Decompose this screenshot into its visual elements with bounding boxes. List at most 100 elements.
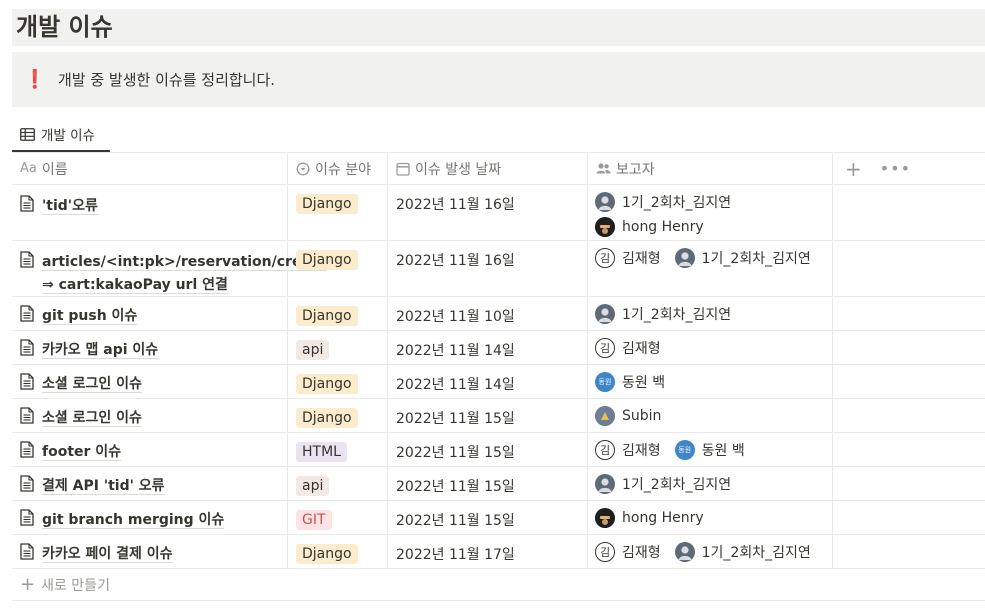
cell-date[interactable]: 2022년 11월 16일	[388, 185, 588, 240]
select-tag[interactable]: GIT	[296, 510, 332, 530]
person-chip[interactable]: 김 김재형	[595, 337, 661, 358]
table-row[interactable]: footer 이슈 HTML 2022년 11월 15일 김 김재형 동원 동원 백	[12, 433, 985, 467]
callout-text[interactable]: 개발 중 발생한 이슈를 정리합니다.	[58, 69, 275, 90]
table-row[interactable]: 소셜 로그인 이슈 Django 2022년 11월 14일 동원 동원 백	[12, 365, 985, 399]
person-chip[interactable]: 김 김재형	[595, 247, 661, 268]
cell-reporter[interactable]: 김 김재형 1기_2회차_김지연	[588, 241, 833, 296]
row-title[interactable]: 'tid'오류	[42, 198, 98, 215]
cell-reporter[interactable]: 1기_2회차_김지연 hong Henry	[588, 185, 833, 240]
column-header-name[interactable]: Aa 이름	[12, 153, 288, 184]
cell-area[interactable]: Django	[288, 399, 388, 432]
page-link[interactable]: 카카오 페이 결제 이슈	[20, 542, 173, 565]
person-chip[interactable]: 김 김재형	[595, 439, 661, 460]
page-link[interactable]: git branch merging 이슈	[20, 508, 225, 531]
more-options-icon[interactable]: •••	[880, 159, 911, 178]
cell-name[interactable]: 소셜 로그인 이슈	[12, 399, 288, 432]
table-row[interactable]: 'tid'오류 Django 2022년 11월 16일 1기_2회차_김지연 hong…	[12, 185, 985, 241]
cell-date[interactable]: 2022년 11월 15일	[388, 467, 588, 500]
cell-date[interactable]: 2022년 11월 15일	[388, 501, 588, 534]
cell-name[interactable]: 'tid'오류	[12, 185, 288, 240]
cell-reporter[interactable]: 김 김재형 1기_2회차_김지연	[588, 535, 833, 568]
person-chip[interactable]: hong Henry	[595, 507, 704, 528]
cell-name[interactable]: git push 이슈	[12, 297, 288, 330]
cell-date[interactable]: 2022년 11월 14일	[388, 365, 588, 398]
person-chip[interactable]: 김 김재형	[595, 541, 661, 562]
table-row[interactable]: 결제 API 'tid' 오류 api 2022년 11월 15일 1기_2회차_김지…	[12, 467, 985, 501]
table-row[interactable]: git push 이슈 Django 2022년 11월 10일 1기_2회차_김지연	[12, 297, 985, 331]
table-row[interactable]: git branch merging 이슈 GIT 2022년 11월 15일 hon…	[12, 501, 985, 535]
select-tag[interactable]: Django	[296, 306, 358, 326]
column-header-reporter[interactable]: 보고자	[588, 153, 833, 184]
cell-name[interactable]: footer 이슈	[12, 433, 288, 466]
row-title[interactable]: git branch merging 이슈	[42, 512, 225, 529]
person-chip[interactable]: 1기_2회차_김지연	[595, 473, 731, 494]
row-title[interactable]: articles/<int:pk>/reservation/create ⇒ c…	[42, 254, 328, 294]
cell-date[interactable]: 2022년 11월 17일	[388, 535, 588, 568]
page-link[interactable]: 소셜 로그인 이슈	[20, 406, 142, 429]
row-title[interactable]: footer 이슈	[42, 444, 122, 461]
cell-name[interactable]: 카카오 맵 api 이슈	[12, 331, 288, 364]
person-chip[interactable]: 1기_2회차_김지연	[595, 303, 731, 324]
person-chip[interactable]: 동원 동원 백	[674, 439, 745, 460]
cell-reporter[interactable]: 1기_2회차_김지연	[588, 297, 833, 330]
callout-block[interactable]: ❗ 개발 중 발생한 이슈를 정리합니다.	[12, 52, 985, 107]
person-chip[interactable]: 1기_2회차_김지연	[674, 541, 811, 562]
cell-area[interactable]: Django	[288, 365, 388, 398]
tab-table-view[interactable]: 개발 이슈	[12, 118, 110, 152]
cell-area[interactable]: api	[288, 331, 388, 364]
table-row[interactable]: 카카오 맵 api 이슈 api 2022년 11월 14일 김 김재형	[12, 331, 985, 365]
page-link[interactable]: articles/<int:pk>/reservation/create ⇒ c…	[20, 250, 328, 296]
page-link[interactable]: git push 이슈	[20, 304, 138, 327]
cell-reporter[interactable]: Subin	[588, 399, 833, 432]
cell-date[interactable]: 2022년 11월 15일	[388, 399, 588, 432]
select-tag[interactable]: api	[296, 340, 330, 360]
select-tag[interactable]: HTML	[296, 442, 347, 462]
cell-area[interactable]: Django	[288, 185, 388, 240]
page-link[interactable]: 'tid'오류	[20, 194, 98, 217]
cell-date[interactable]: 2022년 11월 15일	[388, 433, 588, 466]
person-chip[interactable]: 동원 동원 백	[595, 371, 665, 392]
person-chip[interactable]: Subin	[595, 405, 661, 426]
table-row[interactable]: 소셜 로그인 이슈 Django 2022년 11월 15일 Subin	[12, 399, 985, 433]
add-new-row-button[interactable]: + 새로 만들기	[12, 569, 985, 601]
cell-date[interactable]: 2022년 11월 10일	[388, 297, 588, 330]
column-header-date[interactable]: 이슈 발생 날짜	[388, 153, 588, 184]
cell-name[interactable]: 카카오 페이 결제 이슈	[12, 535, 288, 568]
row-title[interactable]: git push 이슈	[42, 308, 138, 325]
cell-date[interactable]: 2022년 11월 14일	[388, 331, 588, 364]
table-row[interactable]: articles/<int:pk>/reservation/create ⇒ c…	[12, 241, 985, 297]
cell-area[interactable]: Django	[288, 297, 388, 330]
person-chip[interactable]: 1기_2회차_김지연	[674, 247, 811, 268]
cell-area[interactable]: Django	[288, 535, 388, 568]
cell-name[interactable]: 결제 API 'tid' 오류	[12, 467, 288, 500]
person-chip[interactable]: 1기_2회차_김지연	[595, 191, 731, 212]
row-title[interactable]: 카카오 맵 api 이슈	[42, 342, 159, 359]
cell-reporter[interactable]: 김 김재형	[588, 331, 833, 364]
cell-area[interactable]: api	[288, 467, 388, 500]
page-link[interactable]: footer 이슈	[20, 440, 122, 463]
page-title[interactable]: 개발 이슈	[12, 9, 985, 46]
cell-area[interactable]: GIT	[288, 501, 388, 534]
select-tag[interactable]: Django	[296, 250, 358, 270]
column-header-area[interactable]: 이슈 분야	[288, 153, 388, 184]
cell-area[interactable]: Django	[288, 241, 388, 296]
cell-reporter[interactable]: 김 김재형 동원 동원 백	[588, 433, 833, 466]
cell-reporter[interactable]: 동원 동원 백	[588, 365, 833, 398]
cell-name[interactable]: git branch merging 이슈	[12, 501, 288, 534]
cell-reporter[interactable]: hong Henry	[588, 501, 833, 534]
page-link[interactable]: 카카오 맵 api 이슈	[20, 338, 159, 361]
select-tag[interactable]: api	[296, 476, 330, 496]
row-title[interactable]: 카카오 페이 결제 이슈	[42, 546, 173, 563]
select-tag[interactable]: Django	[296, 374, 358, 394]
row-title[interactable]: 소셜 로그인 이슈	[42, 376, 142, 393]
select-tag[interactable]: Django	[296, 544, 358, 564]
cell-area[interactable]: HTML	[288, 433, 388, 466]
page-link[interactable]: 소셜 로그인 이슈	[20, 372, 142, 395]
select-tag[interactable]: Django	[296, 408, 358, 428]
table-row[interactable]: 카카오 페이 결제 이슈 Django 2022년 11월 17일 김 김재형 1기_2회…	[12, 535, 985, 569]
cell-name[interactable]: 소셜 로그인 이슈	[12, 365, 288, 398]
select-tag[interactable]: Django	[296, 194, 358, 214]
page-link[interactable]: 결제 API 'tid' 오류	[20, 474, 165, 497]
cell-date[interactable]: 2022년 11월 16일	[388, 241, 588, 296]
cell-name[interactable]: articles/<int:pk>/reservation/create ⇒ c…	[12, 241, 328, 296]
